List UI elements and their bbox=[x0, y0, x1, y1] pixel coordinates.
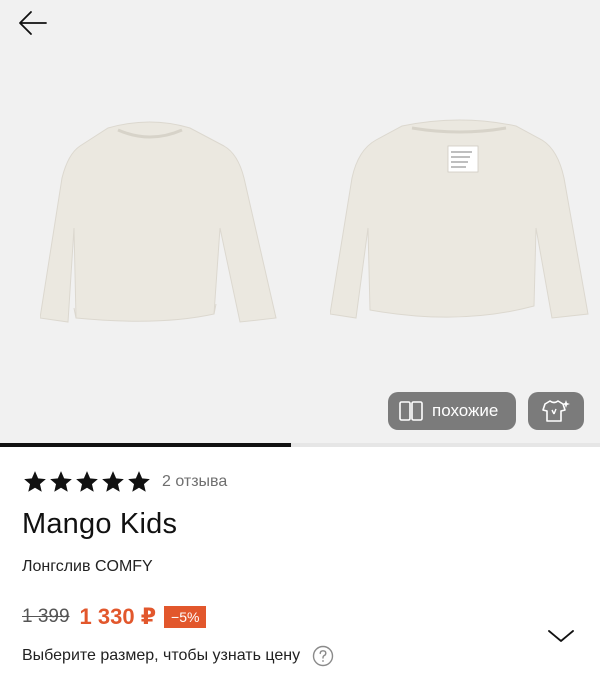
product-front-photo[interactable] bbox=[40, 118, 286, 330]
care-label bbox=[447, 145, 479, 173]
similar-items-button[interactable]: похожие bbox=[388, 392, 516, 430]
cards-icon bbox=[398, 399, 424, 423]
rating[interactable]: 2 отзыва bbox=[22, 469, 227, 495]
reviews-count[interactable]: 2 отзыва bbox=[162, 473, 227, 491]
question-icon[interactable] bbox=[312, 645, 334, 667]
try-on-button[interactable] bbox=[528, 392, 584, 430]
rating-stars bbox=[22, 469, 152, 495]
chevron-down-icon bbox=[548, 630, 574, 642]
arrow-left-icon bbox=[19, 11, 47, 35]
back-button[interactable] bbox=[16, 6, 50, 40]
star-icon bbox=[24, 471, 46, 492]
gallery-progress bbox=[0, 443, 600, 447]
product-back-photo[interactable] bbox=[330, 118, 590, 330]
size-hint: Выберите размер, чтобы узнать цену bbox=[22, 645, 334, 667]
size-hint-text: Выберите размер, чтобы узнать цену bbox=[22, 647, 301, 664]
discount-badge: −5% bbox=[164, 606, 207, 628]
old-price: 1 399 bbox=[22, 606, 70, 627]
gallery-progress-fill bbox=[0, 443, 291, 447]
current-price: 1 330 ₽ bbox=[79, 604, 157, 629]
price-block: 1 399 1 330 ₽ −5% bbox=[22, 604, 207, 630]
brand-title[interactable]: Mango Kids bbox=[22, 508, 177, 541]
star-icon bbox=[102, 471, 124, 492]
star-icon bbox=[50, 471, 72, 492]
star-icon bbox=[128, 471, 150, 492]
product-gallery[interactable]: похожие bbox=[0, 0, 600, 447]
expand-button[interactable] bbox=[546, 626, 576, 646]
similar-label: похожие bbox=[432, 401, 499, 420]
product-name: Лонгслив COMFY bbox=[22, 558, 153, 575]
star-icon bbox=[76, 471, 98, 492]
tshirt-sparkle-icon bbox=[542, 400, 570, 422]
